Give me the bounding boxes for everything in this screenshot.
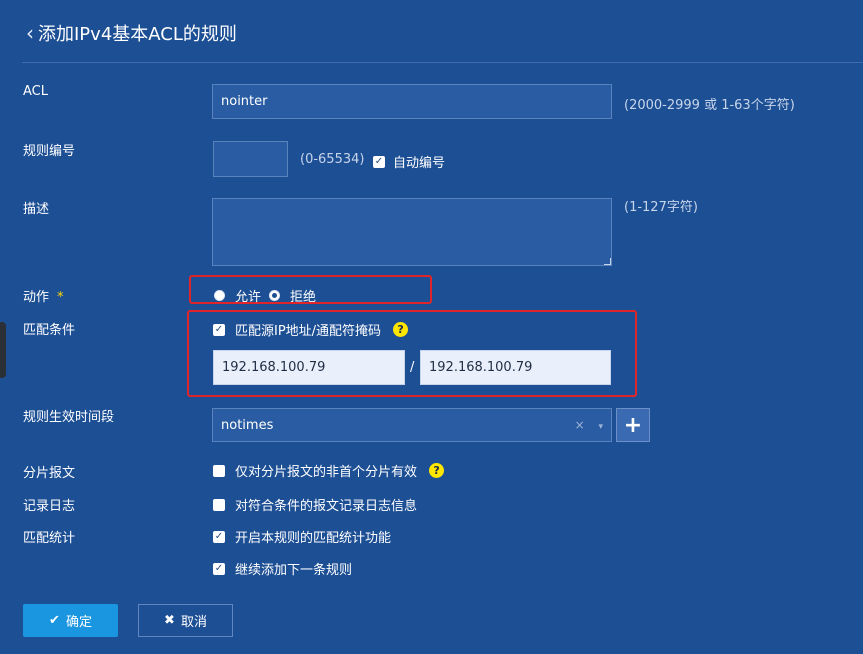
continue-add-label: 继续添加下一条规则 (235, 563, 353, 578)
back-chevron-icon[interactable]: ‹ (26, 21, 34, 45)
rule-number-input[interactable] (213, 141, 288, 177)
time-range-select[interactable]: notimes × ▾ (212, 408, 612, 442)
radio-permit-label[interactable]: 允许 (235, 286, 261, 305)
logging-checkbox[interactable] (213, 498, 225, 511)
time-range-label: 规则生效时间段 (23, 410, 115, 425)
rule-number-label: 规则编号 (23, 144, 76, 159)
radio-deny[interactable] (269, 290, 281, 301)
stats-label: 匹配统计 (23, 531, 76, 546)
time-range-value: notimes (221, 417, 274, 433)
match-source-checkbox[interactable]: ✓ (213, 323, 225, 336)
logging-label: 记录日志 (23, 499, 76, 514)
auto-number-option[interactable]: ✓ 自动编号 (373, 152, 445, 171)
fragment-checkbox[interactable] (213, 464, 225, 477)
side-drawer-handle[interactable] (0, 322, 6, 378)
continue-add-option[interactable]: ✓ 继续添加下一条规则 (213, 559, 352, 578)
resize-grip-icon[interactable] (604, 258, 611, 265)
radio-permit[interactable] (214, 290, 225, 301)
title-divider (22, 62, 863, 63)
stats-option[interactable]: ✓ 开启本规则的匹配统计功能 (213, 527, 391, 546)
clear-icon[interactable]: × (575, 418, 585, 432)
wildcard-mask-input[interactable]: 192.168.100.79 (420, 350, 611, 385)
match-condition-label: 匹配条件 (23, 323, 76, 338)
page-title-bar: ‹ 添加IPv4基本ACL的规则 (26, 20, 237, 46)
description-label: 描述 (23, 202, 50, 217)
action-label: 动作 * (23, 286, 64, 305)
cancel-button-label: 取消 (180, 615, 207, 630)
acl-input[interactable]: nointer (212, 84, 612, 119)
select-controls: × ▾ (575, 418, 603, 432)
description-hint: (1-127字符) (624, 200, 698, 215)
ip-separator: / (410, 360, 415, 375)
match-source-label: 匹配源IP地址/通配符掩码 (235, 324, 382, 339)
fragment-label: 分片报文 (23, 466, 76, 481)
help-icon[interactable]: ? (429, 463, 445, 478)
confirm-button[interactable]: ✔ 确定 (23, 604, 118, 637)
source-ip-input[interactable]: 192.168.100.79 (213, 350, 405, 385)
radio-deny-label[interactable]: 拒绝 (290, 286, 316, 305)
logging-checkbox-label: 对符合条件的报文记录日志信息 (235, 499, 418, 514)
close-icon: ✖ (164, 613, 175, 628)
check-icon: ✔ (49, 613, 60, 628)
auto-number-label: 自动编号 (393, 156, 446, 171)
logging-option[interactable]: 对符合条件的报文记录日志信息 (213, 495, 417, 514)
fragment-option[interactable]: 仅对分片报文的非首个分片有效 ? (213, 461, 445, 480)
description-textarea[interactable] (212, 198, 612, 266)
stats-checkbox[interactable]: ✓ (213, 530, 225, 543)
cancel-button[interactable]: ✖ 取消 (138, 604, 233, 637)
action-radio-group: 允许 拒绝 (214, 286, 316, 305)
auto-number-checkbox[interactable]: ✓ (373, 155, 385, 168)
required-mark: * (57, 290, 64, 305)
rule-number-hint: (0-65534) (300, 152, 365, 167)
chevron-down-icon[interactable]: ▾ (598, 422, 603, 432)
confirm-button-label: 确定 (65, 615, 92, 630)
acl-hint: (2000-2999 或 1-63个字符) (624, 98, 795, 113)
continue-add-checkbox[interactable]: ✓ (213, 562, 225, 575)
stats-checkbox-label: 开启本规则的匹配统计功能 (235, 531, 392, 546)
fragment-checkbox-label: 仅对分片报文的非首个分片有效 (235, 465, 418, 480)
help-icon[interactable]: ? (393, 322, 409, 337)
acl-label: ACL (23, 84, 48, 99)
action-label-text: 动作 (23, 290, 50, 305)
page-title: 添加IPv4基本ACL的规则 (38, 24, 237, 45)
add-time-range-button[interactable]: + (616, 408, 650, 442)
match-source-option[interactable]: ✓ 匹配源IP地址/通配符掩码 ? (213, 320, 409, 339)
